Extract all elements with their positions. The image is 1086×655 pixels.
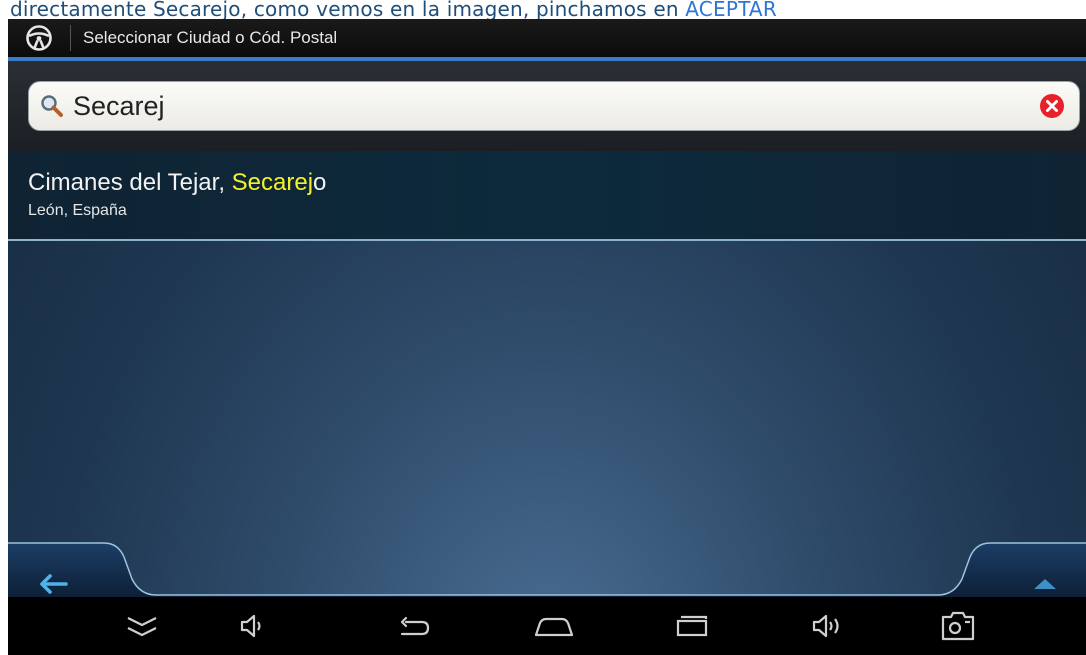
- volume-down-icon[interactable]: [230, 609, 274, 643]
- back-arrow-icon[interactable]: [30, 569, 76, 599]
- system-navbar: [8, 597, 1086, 655]
- result-name-match: Secarej: [231, 169, 314, 196]
- scroll-up-icon[interactable]: [1022, 569, 1068, 599]
- screenshot-icon[interactable]: [936, 609, 980, 643]
- result-name: Cimanes del Tejar, Secarejo: [28, 169, 1086, 197]
- steering-wheel-icon[interactable]: [22, 21, 56, 55]
- device-screen: Seleccionar Ciudad o Cód. Postal Cimanes…: [8, 19, 1086, 655]
- title-bar: Seleccionar Ciudad o Cód. Postal: [8, 19, 1086, 57]
- search-icon: [35, 89, 69, 123]
- volume-up-icon[interactable]: [806, 609, 850, 643]
- result-name-prefix: Cimanes del Tejar,: [28, 169, 232, 196]
- home-icon[interactable]: [532, 609, 576, 643]
- caption-text: directamente Secarejo, como vemos en la …: [10, 0, 686, 21]
- search-area: [8, 61, 1086, 151]
- clear-icon[interactable]: [1037, 91, 1067, 121]
- result-name-suffix: o: [313, 169, 327, 196]
- page-title: Seleccionar Ciudad o Cód. Postal: [83, 28, 338, 47]
- caption-link[interactable]: ACEPTAR: [685, 0, 777, 21]
- result-region: León, España: [28, 202, 127, 219]
- title-separator: [70, 25, 71, 51]
- search-input[interactable]: [69, 90, 1037, 122]
- list-item[interactable]: Cimanes del Tejar, Secarejo León, España: [8, 151, 1086, 241]
- back-icon[interactable]: [392, 609, 436, 643]
- recent-apps-icon[interactable]: [670, 609, 714, 643]
- bottom-toolbar: [8, 539, 1086, 601]
- collapse-icon[interactable]: [120, 609, 164, 643]
- search-box[interactable]: [28, 81, 1080, 131]
